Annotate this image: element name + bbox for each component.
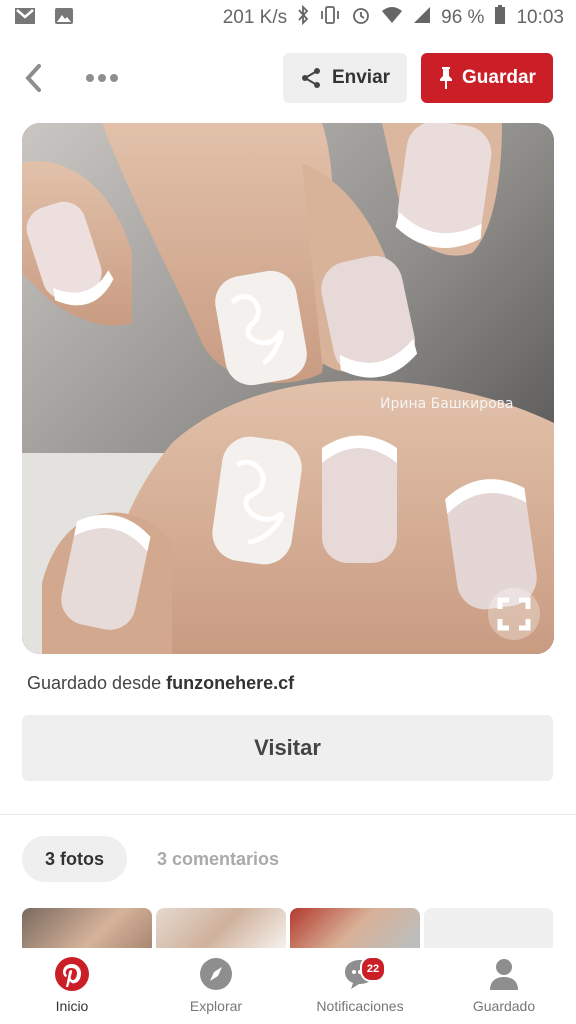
more-dot	[110, 74, 118, 82]
save-label: Guardar	[462, 67, 536, 88]
signal-icon	[413, 6, 431, 30]
visit-label: Visitar	[254, 735, 321, 760]
tab-comments-label: 3 comentarios	[157, 848, 280, 869]
chevron-left-icon	[25, 64, 41, 92]
back-button[interactable]	[18, 60, 48, 96]
alarm-icon	[351, 5, 371, 31]
photo-watermark: Ирина Башкирова	[380, 396, 514, 412]
fullscreen-icon	[497, 597, 531, 631]
pin-icon	[440, 67, 453, 89]
nav-saved-label: Guardado	[472, 998, 536, 1014]
tab-photos[interactable]: 3 fotos	[22, 836, 127, 882]
share-label: Enviar	[331, 67, 391, 88]
nav-home[interactable]: Inicio	[0, 948, 144, 1024]
save-button[interactable]: Guardar	[421, 53, 553, 103]
photo-thumbnail[interactable]	[22, 908, 152, 948]
nav-notifications[interactable]: 22 Notificaciones	[288, 948, 432, 1024]
gmail-icon	[14, 7, 36, 30]
vibrate-icon	[319, 5, 341, 31]
status-bar: 201 K/s 96 % 10:03	[0, 0, 576, 36]
nav-explore[interactable]: Explorar	[144, 948, 288, 1024]
chat-bubble-icon: 22	[342, 956, 386, 992]
source-prefix: Guardado desde	[27, 673, 162, 693]
clock: 10:03	[516, 7, 564, 28]
expand-button[interactable]	[488, 588, 540, 640]
more-dots-icon	[86, 74, 94, 82]
nav-explore-label: Explorar	[189, 998, 243, 1014]
bluetooth-icon	[297, 4, 309, 31]
net-speed: 201 K/s	[222, 7, 288, 28]
top-bar: Enviar Guardar	[0, 36, 576, 122]
compass-icon	[198, 956, 234, 992]
nav-saved[interactable]: Guardado	[432, 948, 576, 1024]
share-button[interactable]: Enviar	[283, 53, 407, 103]
more-options-button[interactable]	[80, 64, 124, 92]
pin-image[interactable]: Ирина Башкирова	[22, 123, 554, 654]
photo-thumbnail[interactable]	[424, 908, 553, 948]
nails-photo	[22, 123, 554, 654]
tab-photos-label: 3 fotos	[44, 848, 104, 869]
wifi-icon	[381, 6, 403, 30]
divider	[0, 814, 576, 815]
battery-percent: 96 %	[441, 7, 485, 28]
share-icon	[301, 68, 320, 88]
photo-thumbnail[interactable]	[156, 908, 286, 948]
source-domain-link[interactable]: funzonehere.cf	[166, 673, 294, 693]
tab-comments[interactable]: 3 comentarios	[157, 836, 279, 882]
bottom-navigation: Inicio Explorar 22 Notificaciones Guarda…	[0, 948, 576, 1024]
nav-notifications-label: Notificaciones	[316, 998, 404, 1014]
image-icon	[54, 7, 74, 30]
visit-button[interactable]: Visitar	[22, 715, 553, 781]
more-dot	[98, 74, 106, 82]
battery-icon	[494, 5, 506, 31]
photo-thumbnails	[22, 908, 553, 948]
source-attribution: Guardado desde funzonehere.cf	[27, 673, 294, 694]
profile-icon	[486, 956, 522, 992]
notifications-badge: 22	[360, 956, 386, 982]
pinterest-logo-icon	[54, 956, 90, 992]
nav-home-label: Inicio	[55, 998, 89, 1014]
photo-thumbnail[interactable]	[290, 908, 420, 948]
